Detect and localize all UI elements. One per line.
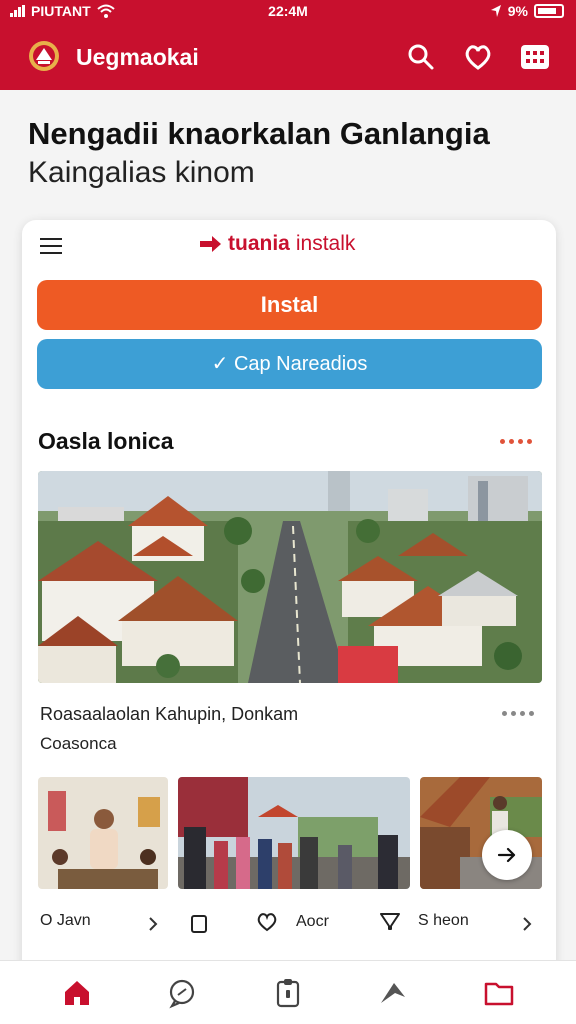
brand-name: tuania [228, 232, 290, 255]
thumbnail-strip [38, 777, 542, 889]
action-item-4[interactable]: S heon [380, 912, 469, 930]
hero-photo[interactable] [38, 471, 542, 683]
section-title: Oasla lonica [38, 428, 174, 454]
thumbnail-gathering[interactable] [178, 777, 410, 889]
home-icon[interactable] [61, 977, 93, 1009]
heart-outline-icon [257, 913, 277, 932]
chevron-right-icon[interactable] [522, 916, 532, 932]
bookmark-icon[interactable] [190, 914, 208, 934]
arrow-right-icon [200, 236, 221, 252]
content-card: tuania instalk Instal ✓ Cap Nareadios Oa… [22, 220, 556, 980]
heart-icon[interactable] [463, 42, 493, 72]
app-name: Uegmaokai [76, 44, 199, 70]
action-item-3[interactable]: Aocr [256, 912, 329, 932]
bottom-navigation [0, 960, 576, 1024]
app-bar: Uegmaokai [0, 24, 576, 90]
grid-menu-icon[interactable] [520, 42, 550, 72]
battery-percent: 9% [507, 3, 528, 19]
action-label-1: O Javn [40, 912, 91, 929]
chevron-right-icon[interactable] [148, 916, 158, 932]
arrow-right-icon [497, 847, 516, 863]
action-label-3: Aocr [296, 913, 329, 930]
caption-more-icon[interactable] [502, 711, 534, 716]
install-button[interactable]: Instal [37, 280, 542, 330]
share-icon[interactable] [377, 977, 409, 1009]
next-arrow-button[interactable] [482, 830, 532, 880]
photo-caption: Roasaalaolan Kahupin, Donkam [40, 704, 299, 724]
emblem-logo[interactable] [26, 38, 62, 74]
status-bar: PIUTANT 22:4M 9% [0, 0, 576, 24]
filter-icon [380, 913, 400, 930]
battery-icon [534, 4, 564, 18]
action-label-4: S heon [418, 912, 469, 929]
thumbnail-classroom[interactable] [38, 777, 168, 889]
search-icon[interactable] [406, 42, 436, 72]
action-row: O Javn Aocr S heon [22, 902, 556, 942]
secondary-button[interactable]: ✓ Cap Nareadios [37, 339, 542, 389]
page-title: Nengadii knaorkalan Ganlangia [28, 116, 490, 151]
chat-icon[interactable] [166, 977, 198, 1009]
folder-icon[interactable] [483, 977, 515, 1009]
hamburger-menu-icon[interactable] [40, 238, 62, 256]
clipboard-icon[interactable] [272, 977, 304, 1009]
photo-subcaption: Coasonca [40, 734, 117, 753]
brand-tagline: instalk [295, 232, 356, 255]
brand-title: tuania instalk [200, 232, 355, 256]
action-item-1[interactable]: O Javn [40, 912, 91, 930]
page-subtitle: Kaingalias kinom [28, 156, 255, 189]
location-arrow-icon [490, 5, 501, 17]
more-options-icon[interactable] [500, 439, 532, 444]
